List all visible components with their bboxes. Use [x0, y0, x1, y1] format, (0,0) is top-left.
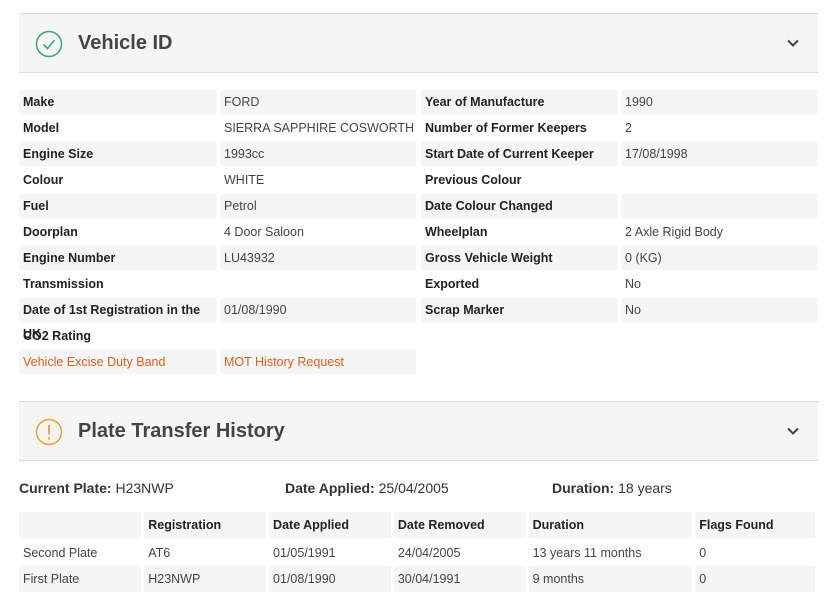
field-value: No [621, 298, 818, 322]
vehicle-id-table: Make FORD Year of Manufacture 1990 Model… [19, 90, 818, 376]
table-cell: Second Plate [19, 539, 145, 566]
field-label: Doorplan [23, 225, 78, 239]
duration-value: 18 years [618, 480, 672, 496]
field-value: Petrol [220, 194, 416, 218]
table-row: Engine Size 1993cc Start Date of Current… [19, 142, 818, 168]
column-header: Registration [142, 512, 270, 540]
column-header: Date Applied [267, 512, 394, 540]
table-cell: 13 years 11 months [527, 539, 696, 566]
table-cell: 0 [693, 539, 818, 566]
table-row: Date of 1st Registration in the UK 01/08… [19, 298, 818, 341]
field-label: CO2 Rating [23, 329, 92, 343]
field-label: Gross Vehicle Weight [421, 246, 618, 270]
date-applied-label: Date Applied: [285, 480, 375, 496]
field-value: SIERRA SAPPHIRE COSWORTH [224, 121, 415, 135]
table-row: Second Plate AT6 01/05/1991 24/04/2005 1… [19, 539, 818, 566]
field-label: Date Colour Changed [421, 194, 618, 218]
table-row: Doorplan 4 Door Saloon Wheelplan 2 Axle … [19, 220, 818, 246]
duration-label: Duration: [552, 480, 615, 496]
table-row: Colour WHITE Previous Colour [19, 168, 818, 194]
field-value: 17/08/1998 [621, 142, 818, 166]
column-header: Duration [527, 512, 696, 540]
field-value: 4 Door Saloon [224, 225, 304, 239]
current-plate-label: Current Plate: [19, 480, 112, 496]
field-label: Model [23, 121, 60, 135]
field-label: Engine Size [19, 142, 217, 166]
field-value: 2 [625, 121, 632, 135]
table-row: Engine Number LU43932 Gross Vehicle Weig… [19, 246, 818, 272]
field-label: Wheelplan [425, 225, 488, 239]
table-row: Make FORD Year of Manufacture 1990 [19, 90, 818, 116]
vehicle-id-header[interactable]: Vehicle ID [19, 13, 818, 73]
field-value [220, 272, 416, 296]
check-circle-icon [35, 30, 63, 58]
table-header-row: Registration Date Applied Date Removed D… [19, 512, 818, 540]
field-label: Exported [425, 277, 480, 291]
field-label: Number of Former Keepers [425, 121, 587, 135]
chevron-down-icon[interactable] [786, 424, 800, 438]
table-cell: 01/08/1990 [267, 566, 394, 592]
chevron-down-icon[interactable] [786, 36, 800, 50]
field-value [621, 168, 818, 192]
field-value: WHITE [224, 173, 265, 187]
table-cell: 01/05/1991 [267, 539, 394, 566]
field-label: Previous Colour [425, 173, 522, 187]
field-label: Colour [23, 173, 64, 187]
column-header: Flags Found [693, 512, 818, 540]
field-label: Make [19, 90, 217, 114]
table-cell: 9 months [527, 566, 696, 592]
date-applied-value: 25/04/2005 [378, 480, 449, 496]
field-value: FORD [220, 90, 416, 114]
table-row: Vehicle Excise Duty Band MOT History Req… [19, 350, 818, 376]
field-value [621, 194, 818, 218]
table-cell: H23NWP [142, 566, 270, 592]
table-row: Transmission Exported No [19, 272, 818, 298]
field-value: 01/08/1990 [220, 298, 416, 322]
table-cell: 24/04/2005 [392, 539, 529, 566]
field-value: 0 (KG) [621, 246, 818, 270]
field-value: No [625, 277, 641, 291]
warning-circle-icon [35, 418, 63, 446]
plate-transfer-header[interactable]: Plate Transfer History [19, 401, 818, 461]
field-label: Fuel [19, 194, 217, 218]
field-value: LU43932 [220, 246, 416, 270]
plate-history-table: Registration Date Applied Date Removed D… [19, 512, 818, 592]
duration: Duration: 18 years [552, 480, 672, 496]
ved-band-link[interactable]: Vehicle Excise Duty Band [19, 350, 217, 374]
table-row: Fuel Petrol Date Colour Changed [19, 194, 818, 220]
vehicle-id-title: Vehicle ID [78, 32, 173, 54]
table-row: CO2 Rating [19, 324, 818, 350]
field-label: Date of 1st Registration in the UK [19, 298, 217, 341]
table-row: First Plate H23NWP 01/08/1990 30/04/1991… [19, 566, 818, 592]
field-value: 1993cc [220, 142, 416, 166]
plate-transfer-title: Plate Transfer History [78, 420, 285, 442]
field-value: 2 Axle Rigid Body [625, 225, 723, 239]
column-header [19, 512, 145, 540]
current-plate: Current Plate: H23NWP [19, 480, 174, 496]
table-cell: 30/04/1991 [392, 566, 529, 592]
field-label: Year of Manufacture [421, 90, 618, 114]
column-header: Date Removed [392, 512, 529, 540]
field-label: Transmission [23, 277, 104, 291]
table-cell: AT6 [142, 539, 270, 566]
table-cell: First Plate [19, 566, 145, 592]
date-applied: Date Applied: 25/04/2005 [285, 480, 449, 496]
field-label: Scrap Marker [421, 298, 618, 322]
field-label: Start Date of Current Keeper [421, 142, 618, 166]
current-plate-value: H23NWP [115, 480, 174, 496]
table-row: Model SIERRA SAPPHIRE COSWORTH Number of… [19, 116, 818, 142]
field-label: Engine Number [19, 246, 217, 270]
table-cell: 0 [693, 566, 818, 592]
field-value: 1990 [621, 90, 818, 114]
mot-history-link[interactable]: MOT History Request [220, 350, 416, 374]
